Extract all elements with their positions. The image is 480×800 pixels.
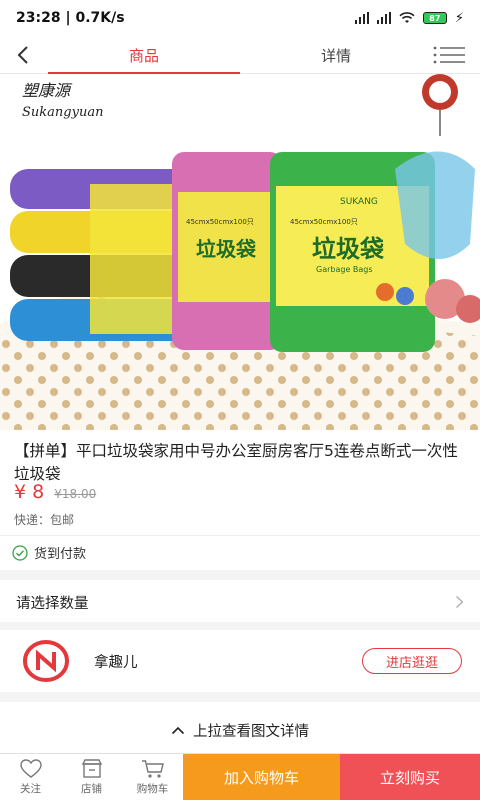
add-to-cart-button[interactable]: 加入购物车 xyxy=(183,754,340,800)
current-price: ¥ 8 xyxy=(14,481,45,503)
charging-icon: ⚡ xyxy=(454,10,464,26)
tab-detail[interactable]: 详情 xyxy=(240,36,432,74)
buy-now-button[interactable]: 立刻购买 xyxy=(340,754,480,800)
favorite-button[interactable]: 关注 xyxy=(0,754,61,800)
store-logo[interactable] xyxy=(18,640,74,682)
store-button[interactable]: 店铺 xyxy=(61,754,122,800)
store-logo-icon xyxy=(22,640,70,682)
battery-icon: 87 xyxy=(422,12,447,24)
cash-on-delivery: 货到付款 xyxy=(12,543,86,562)
left-rolls xyxy=(10,169,190,341)
status-time: 23:28 xyxy=(16,10,61,26)
svg-text:45cmx50cmx100只: 45cmx50cmx100只 xyxy=(290,218,358,226)
svg-text:45cmx50cmx100只: 45cmx50cmx100只 xyxy=(186,218,254,226)
svg-text:垃圾袋: 垃圾袋 xyxy=(312,235,385,263)
product-title: 【拼单】平口垃圾袋家用中号办公室厨房客厅5连卷点断式一次性垃圾袋 xyxy=(14,442,458,483)
cart-icon xyxy=(141,760,164,778)
back-button[interactable] xyxy=(0,36,46,74)
price-row: ¥ 8 ¥18.00 xyxy=(14,481,96,503)
store-label: 店铺 xyxy=(81,783,102,795)
cellular-signal-icon-2 xyxy=(376,12,391,24)
favorite-label: 关注 xyxy=(20,783,41,795)
select-quantity-row[interactable]: 请选择数量 xyxy=(0,582,480,622)
product-image[interactable]: 塑康源 Sukangyuan 垃圾袋 45cmx50cmx100只 SUKANG… xyxy=(0,74,480,430)
cart-label: 购物车 xyxy=(136,783,169,795)
list-menu-icon xyxy=(433,46,465,64)
store-icon xyxy=(81,759,102,778)
svg-text:垃圾袋: 垃圾袋 xyxy=(196,237,257,261)
original-price: ¥18.00 xyxy=(54,487,97,501)
pink-pack: 垃圾袋 45cmx50cmx100只 xyxy=(172,152,282,350)
select-quantity-label: 请选择数量 xyxy=(16,595,89,612)
store-name[interactable]: 拿趣儿 xyxy=(94,651,138,672)
chevron-up-icon xyxy=(171,726,185,734)
brand-logo-en: Sukangyuan xyxy=(22,105,103,120)
cart-button[interactable]: 购物车 xyxy=(122,754,183,800)
visit-store-button[interactable]: 进店逛逛 xyxy=(362,648,462,674)
network-speed: 0.7K/s xyxy=(75,10,125,26)
top-nav-bar: 商品 详情 xyxy=(0,36,480,74)
pull-up-for-details[interactable]: 上拉查看图文详情 xyxy=(0,715,480,745)
bottom-action-bar: 关注 店铺 购物车 加入购物车 立刻购买 xyxy=(0,753,480,800)
check-circle-icon xyxy=(12,544,28,561)
store-row: 拿趣儿 进店逛逛 xyxy=(0,630,480,692)
menu-button[interactable] xyxy=(432,36,466,74)
chevron-left-icon xyxy=(17,45,28,64)
section-gap xyxy=(0,622,480,630)
heart-icon xyxy=(19,759,42,778)
cod-label: 货到付款 xyxy=(34,547,87,562)
chevron-right-icon xyxy=(456,596,464,608)
wifi-icon xyxy=(399,12,415,23)
status-bar: 23:28 | 0.7K/s 87 ⚡ xyxy=(0,0,480,36)
svg-text:SUKANG: SUKANG xyxy=(340,197,378,207)
shipping-info: 快递：包邮 xyxy=(14,513,75,527)
divider xyxy=(0,535,480,536)
product-photo: 塑康源 Sukangyuan 垃圾袋 45cmx50cmx100只 SUKANG… xyxy=(0,74,480,430)
cellular-signal-icon xyxy=(354,12,369,24)
tab-product[interactable]: 商品 xyxy=(48,36,240,74)
brand-logo-cn: 塑康源 xyxy=(22,81,73,100)
svg-text:Garbage Bags: Garbage Bags xyxy=(316,265,373,274)
section-gap xyxy=(0,570,480,580)
pull-up-label: 上拉查看图文详情 xyxy=(193,723,309,740)
section-gap xyxy=(0,692,480,702)
